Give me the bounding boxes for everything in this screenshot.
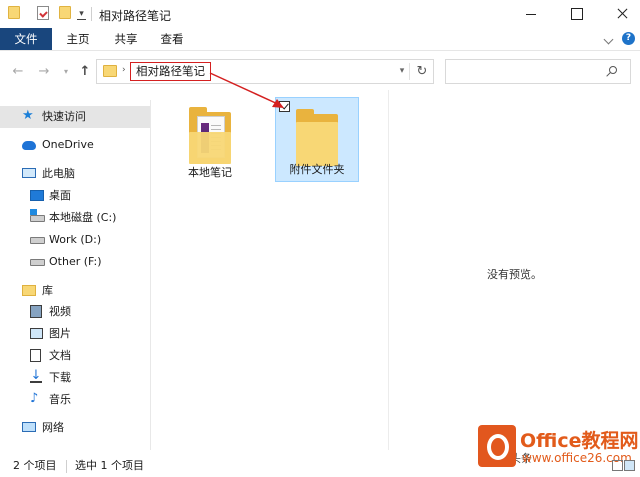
network-icon [22, 422, 36, 432]
music-icon: ♪ [30, 391, 39, 406]
file-name: 附件文件夹 [289, 163, 345, 176]
tab-home[interactable]: 主页 [58, 28, 98, 50]
folder-icon[interactable] [8, 6, 20, 19]
star-icon: ★ [22, 108, 34, 123]
address-bar[interactable]: › 相对路径笔记 ▾ ↻ [96, 59, 434, 84]
title-divider [91, 7, 92, 21]
sidebar-item-label: 库 [42, 284, 53, 297]
search-input[interactable] [445, 59, 631, 84]
pictures-icon [30, 328, 43, 339]
office-logo-icon [478, 425, 516, 467]
sidebar-item-label: 图片 [49, 327, 71, 340]
window-title: 相对路径笔记 [99, 9, 172, 23]
file-item-selected[interactable]: 附件文件夹 [275, 97, 359, 182]
properties-icon[interactable] [37, 6, 49, 20]
address-divider [409, 63, 410, 80]
selected-count: 选中 1 个项目 [75, 459, 144, 472]
sidebar-item-documents[interactable]: 文档 [0, 345, 150, 367]
tab-file[interactable]: 文件 [0, 28, 52, 50]
library-icon [22, 285, 36, 296]
folder-with-documents-icon [185, 106, 235, 164]
folder-icon [292, 108, 342, 166]
sidebar-item-quick-access[interactable]: ★ 快速访问 [0, 106, 150, 128]
breadcrumb-arrow[interactable]: › [122, 65, 126, 75]
watermark-brand: Office教程网 [520, 430, 639, 452]
sidebar-item-drive-d[interactable]: Work (D:) [0, 229, 150, 251]
sidebar-item-downloads[interactable]: ↓ 下载 [0, 367, 150, 389]
expand-ribbon-icon[interactable] [603, 34, 614, 45]
new-folder-icon[interactable] [59, 6, 71, 19]
desktop-icon [30, 190, 44, 201]
help-icon[interactable]: ? [622, 32, 635, 45]
sidebar-item-videos[interactable]: 视频 [0, 301, 150, 323]
sidebar-item-network[interactable]: 网络 [0, 417, 150, 439]
back-arrow-icon[interactable]: ← [9, 60, 27, 84]
windows-drive-icon [30, 209, 45, 222]
sidebar-item-label: 本地磁盘 (C:) [49, 211, 117, 224]
customize-quick-access-button[interactable]: ▾ [77, 8, 86, 20]
sidebar-item-desktop[interactable]: 桌面 [0, 185, 150, 207]
sidebar-item-drive-f[interactable]: Other (F:) [0, 251, 150, 273]
drive-icon [30, 237, 45, 244]
view-mode-icons[interactable] [612, 460, 635, 471]
folder-icon [103, 65, 117, 77]
preview-empty-message: 没有预览。 [487, 268, 542, 281]
forward-arrow-icon[interactable]: → [35, 60, 53, 84]
sidebar-item-label: Work (D:) [49, 233, 102, 246]
sidebar-item-music[interactable]: ♪ 音乐 [0, 389, 150, 411]
documents-icon [30, 349, 41, 362]
computer-icon [22, 168, 36, 178]
up-arrow-icon[interactable]: ↑ [76, 60, 94, 84]
address-dropdown-icon[interactable]: ▾ [396, 64, 408, 79]
navigation-pane: ★ 快速访问 OneDrive 此电脑 桌面 本地磁盘 (C:) Work (D… [0, 100, 150, 450]
recent-locations-icon[interactable]: ▾ [60, 60, 72, 84]
download-icon: ↓ [30, 368, 42, 383]
sidebar-item-label: 快速访问 [42, 110, 86, 123]
sidebar-item-this-pc[interactable]: 此电脑 [0, 163, 150, 185]
status-divider [66, 460, 67, 473]
sidebar-item-label: 网络 [42, 421, 64, 434]
watermark: 头条 Office教程网 www.office26.com [470, 420, 640, 477]
file-list[interactable]: 本地笔记 附件文件夹 [152, 90, 388, 450]
preview-pane: 没有预览。 [389, 90, 640, 450]
sidebar-item-label: 下载 [49, 371, 71, 384]
sidebar-item-label: 音乐 [49, 393, 71, 406]
refresh-icon[interactable]: ↻ [413, 63, 431, 80]
item-count: 2 个项目 [13, 459, 57, 472]
sidebar-item-label: Other (F:) [49, 255, 102, 268]
breadcrumb-current[interactable]: 相对路径笔记 [130, 62, 211, 81]
file-name: 本地笔记 [188, 166, 232, 179]
maximize-button[interactable] [558, 0, 594, 28]
sidebar-item-label: 文档 [49, 349, 71, 362]
search-icon [609, 66, 617, 74]
sidebar-item-libraries[interactable]: 库 [0, 280, 150, 302]
item-checkbox[interactable] [279, 101, 290, 112]
sidebar-item-label: 桌面 [49, 189, 71, 202]
title-bar: ▾ 相对路径笔记 [0, 0, 640, 28]
cloud-icon [22, 141, 36, 150]
sidebar-item-drive-c[interactable]: 本地磁盘 (C:) [0, 207, 150, 229]
tab-view[interactable]: 查看 [152, 28, 192, 50]
sidebar-item-pictures[interactable]: 图片 [0, 323, 150, 345]
sidebar-item-onedrive[interactable]: OneDrive [0, 134, 150, 156]
sidebar-item-label: OneDrive [42, 138, 94, 151]
ribbon-tabs: 文件 主页 共享 查看 ? [0, 28, 640, 51]
drive-icon [30, 259, 45, 266]
navigation-pane-divider[interactable] [150, 100, 151, 450]
minimize-button[interactable] [512, 0, 548, 28]
sidebar-item-label: 此电脑 [42, 167, 75, 180]
close-button[interactable] [604, 0, 640, 28]
tab-share[interactable]: 共享 [106, 28, 146, 50]
file-item[interactable]: 本地笔记 [175, 96, 245, 184]
sidebar-item-label: 视频 [49, 305, 71, 318]
video-icon [30, 305, 42, 318]
